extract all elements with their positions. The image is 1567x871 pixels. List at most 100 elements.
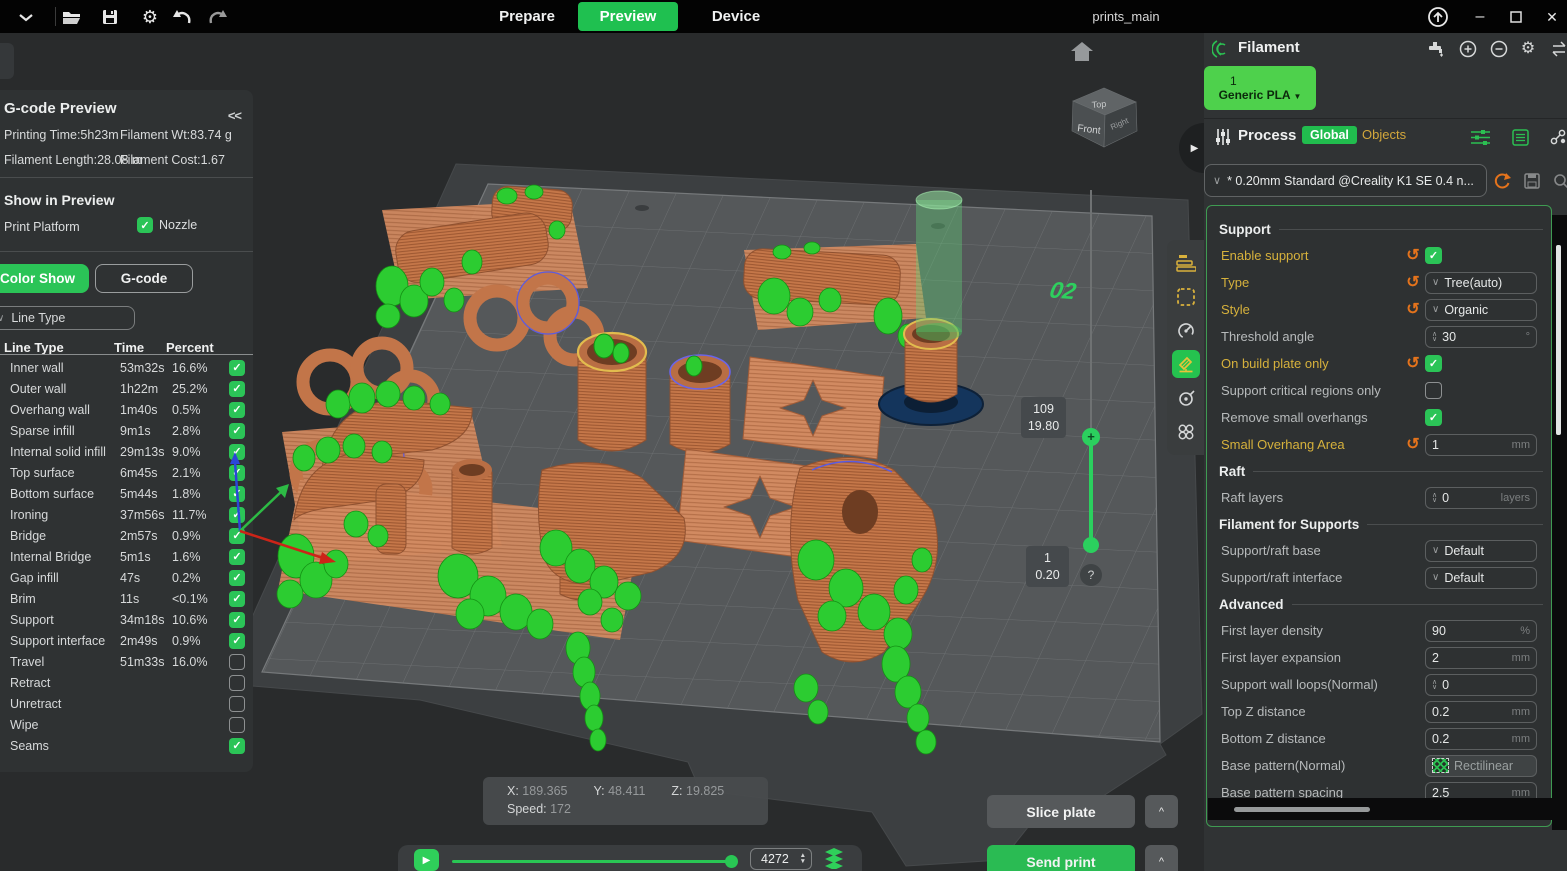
tab-global[interactable]: Global <box>1302 126 1357 144</box>
setting-input[interactable]: 1mm <box>1425 434 1537 456</box>
move-step-input[interactable]: 4272 ▲▼ <box>750 848 812 870</box>
line-type-checkbox[interactable] <box>229 696 245 712</box>
speed-gauge-icon[interactable] <box>1172 317 1200 345</box>
send-options-button[interactable]: ^ <box>1145 845 1178 871</box>
setting-pattern-select[interactable]: Rectilinear <box>1425 755 1537 777</box>
detail-list-icon[interactable] <box>1510 127 1530 147</box>
setting-input[interactable]: 2mm <box>1425 647 1537 669</box>
line-type-checkbox[interactable]: ✓ <box>229 738 245 754</box>
process-preset-select[interactable]: ∨ * 0.20mm Standard @Creality K1 SE 0.4 … <box>1204 164 1487 197</box>
tab-device[interactable]: Device <box>694 0 778 33</box>
remove-filament-icon[interactable] <box>1489 39 1509 59</box>
help-button[interactable]: ? <box>1080 564 1102 586</box>
undo-icon[interactable] <box>170 5 194 29</box>
layer-slider-bottom-handle[interactable] <box>1083 537 1099 553</box>
setting-input[interactable]: 0.2mm <box>1425 728 1537 750</box>
support-settings-icon[interactable] <box>1172 350 1200 378</box>
clipped-icon[interactable] <box>1552 39 1567 59</box>
setting-select[interactable]: ∨Default <box>1425 540 1537 562</box>
layers-mode-icon[interactable] <box>824 847 844 871</box>
more-params-clover-icon[interactable] <box>1172 418 1200 446</box>
reset-preset-icon[interactable] <box>1492 171 1512 191</box>
close-button[interactable]: ✕ <box>1540 5 1564 29</box>
line-type-section-toggle[interactable]: ∨ Line Type <box>0 306 135 330</box>
plate-icon[interactable] <box>1172 283 1200 311</box>
line-type-checkbox[interactable] <box>229 675 245 691</box>
open-file-icon[interactable] <box>60 5 84 29</box>
layer-slider-top-handle[interactable]: + <box>1082 428 1100 446</box>
slice-options-button[interactable]: ^ <box>1145 795 1178 828</box>
reset-setting-icon[interactable]: ↺ <box>1401 302 1425 318</box>
toggle-print-platform[interactable]: Print Platform <box>0 220 253 234</box>
add-filament-icon[interactable] <box>1458 39 1478 59</box>
toggle-nozzle[interactable]: ✓ Nozzle <box>137 217 197 233</box>
redo-icon[interactable] <box>206 5 230 29</box>
color-show-button[interactable]: Color Show <box>0 264 89 293</box>
setting-spinner[interactable]: ∧∨0layers <box>1425 487 1537 509</box>
layer-slider-track[interactable] <box>1090 190 1092 438</box>
line-type-checkbox[interactable]: ✓ <box>229 591 245 607</box>
setting-checkbox[interactable]: ✓ <box>1425 355 1442 372</box>
maximize-button[interactable] <box>1504 5 1528 29</box>
share-nodes-icon[interactable] <box>1549 127 1567 147</box>
line-type-checkbox[interactable] <box>229 654 245 670</box>
setting-checkbox[interactable] <box>1425 382 1442 399</box>
setting-row: Style↺∨Organic <box>1215 296 1543 323</box>
save-preset-icon[interactable] <box>1522 171 1542 191</box>
setting-label: Support/raft interface <box>1215 570 1401 585</box>
progress-slider[interactable] <box>452 860 732 863</box>
line-type-checkbox[interactable]: ✓ <box>229 381 245 397</box>
play-button[interactable]: ▶ <box>414 849 439 871</box>
tab-objects[interactable]: Objects <box>1362 127 1406 142</box>
search-icon[interactable] <box>1553 171 1567 191</box>
cloud-upload-icon[interactable] <box>1426 5 1450 29</box>
send-print-button[interactable]: Send print <box>987 845 1135 871</box>
filament-settings-gear-icon[interactable]: ⚙ <box>1518 38 1538 58</box>
line-type-checkbox[interactable]: ✓ <box>229 633 245 649</box>
layer-slider-range[interactable] <box>1089 437 1093 545</box>
line-type-checkbox[interactable]: ✓ <box>229 360 245 376</box>
setting-checkbox[interactable]: ✓ <box>1425 247 1442 264</box>
stepper-arrows[interactable]: ▲▼ <box>800 853 806 865</box>
layer-height-icon[interactable] <box>1172 249 1200 277</box>
tab-preview[interactable]: Preview <box>578 2 678 31</box>
progress-slider-handle[interactable] <box>725 855 738 868</box>
refill-faucet-icon[interactable] <box>1426 39 1446 59</box>
line-type-checkbox[interactable] <box>229 717 245 733</box>
collapsed-panel-tab[interactable] <box>0 43 14 79</box>
setting-spinner[interactable]: ∧∨0 <box>1425 674 1537 696</box>
param-list-icon[interactable] <box>1470 127 1490 147</box>
reset-setting-icon[interactable]: ↺ <box>1401 275 1425 291</box>
setting-row: Support/raft base∨Default <box>1215 537 1543 564</box>
collapse-panel-button[interactable]: << <box>228 108 241 123</box>
setting-checkbox[interactable]: ✓ <box>1425 409 1442 426</box>
save-icon[interactable] <box>98 5 122 29</box>
reset-setting-icon[interactable]: ↺ <box>1401 356 1425 372</box>
scrollbar-thumb[interactable] <box>1234 807 1370 812</box>
settings-gear-icon[interactable]: ⚙ <box>138 5 162 29</box>
vertical-scrollbar[interactable] <box>1552 215 1567 830</box>
minimize-button[interactable]: – <box>1468 5 1492 29</box>
seam-target-icon[interactable] <box>1172 384 1200 412</box>
reset-setting-icon[interactable]: ↺ <box>1401 248 1425 264</box>
gcode-button[interactable]: G-code <box>95 264 193 293</box>
setting-input[interactable]: 0.2mm <box>1425 701 1537 723</box>
setting-select[interactable]: ∨Organic <box>1425 299 1537 321</box>
home-icon[interactable] <box>1071 42 1093 61</box>
view-cube[interactable]: Top Front Right <box>1072 88 1137 147</box>
setting-select[interactable]: ∨Tree(auto) <box>1425 272 1537 294</box>
filament-slot-button[interactable]: 1 Generic PLA ▼ <box>1204 66 1316 110</box>
horizontal-scrollbar[interactable] <box>1208 798 1554 820</box>
slice-plate-button[interactable]: Slice plate <box>987 795 1135 828</box>
setting-input[interactable]: 90% <box>1425 620 1537 642</box>
setting-spinner[interactable]: ∧∨30° <box>1425 326 1537 348</box>
setting-select[interactable]: ∨Default <box>1425 567 1537 589</box>
reset-setting-icon[interactable]: ↺ <box>1401 437 1425 453</box>
y-value: 48.411 <box>608 784 645 798</box>
scrollbar-thumb[interactable] <box>1556 245 1561 435</box>
line-type-checkbox[interactable]: ✓ <box>229 402 245 418</box>
chevron-down-icon[interactable] <box>14 5 38 29</box>
line-type-checkbox[interactable]: ✓ <box>229 612 245 628</box>
nozzle-checkbox[interactable]: ✓ <box>137 217 153 233</box>
tab-prepare[interactable]: Prepare <box>482 0 572 33</box>
